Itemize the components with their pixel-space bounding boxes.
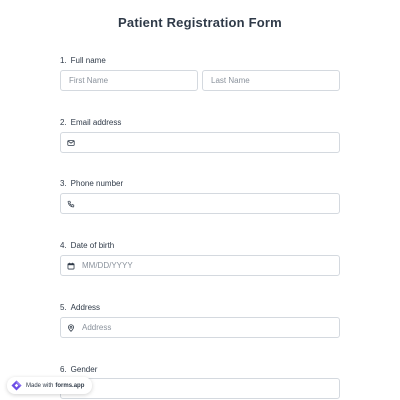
address-field[interactable]: Address — [60, 317, 340, 338]
gender-field[interactable] — [60, 378, 340, 399]
question-address: 5. Address — [60, 302, 340, 314]
question-gender: 6. Gender — [60, 364, 340, 376]
last-name-input[interactable]: Last Name — [202, 70, 340, 91]
forms-app-logo-icon — [11, 380, 22, 391]
question-label: 6. Gender — [60, 365, 98, 374]
date-of-birth-field[interactable]: MM/DD/YYYY — [60, 255, 340, 276]
phone-field[interactable] — [60, 193, 340, 214]
question-label: 2. Email address — [60, 118, 122, 127]
question-label: 4. Date of birth — [60, 241, 115, 250]
question-email: 2. Email address — [60, 117, 340, 129]
question-label: 1. Full name — [60, 56, 106, 65]
first-name-input[interactable]: First Name — [60, 70, 198, 91]
location-pin-icon — [66, 323, 76, 333]
question-full-name: 1. Full name — [60, 55, 340, 67]
made-with-forms-app-badge[interactable]: Made with forms.app — [7, 377, 92, 394]
email-field[interactable] — [60, 132, 340, 153]
phone-icon — [66, 199, 76, 209]
question-date-of-birth: 4. Date of birth — [60, 240, 340, 252]
question-label: 5. Address — [60, 303, 101, 312]
question-label: 3. Phone number — [60, 179, 124, 188]
envelope-icon — [66, 138, 76, 148]
calendar-icon — [66, 261, 76, 271]
question-phone: 3. Phone number — [60, 178, 340, 190]
form-title: Patient Registration Form — [118, 15, 282, 30]
